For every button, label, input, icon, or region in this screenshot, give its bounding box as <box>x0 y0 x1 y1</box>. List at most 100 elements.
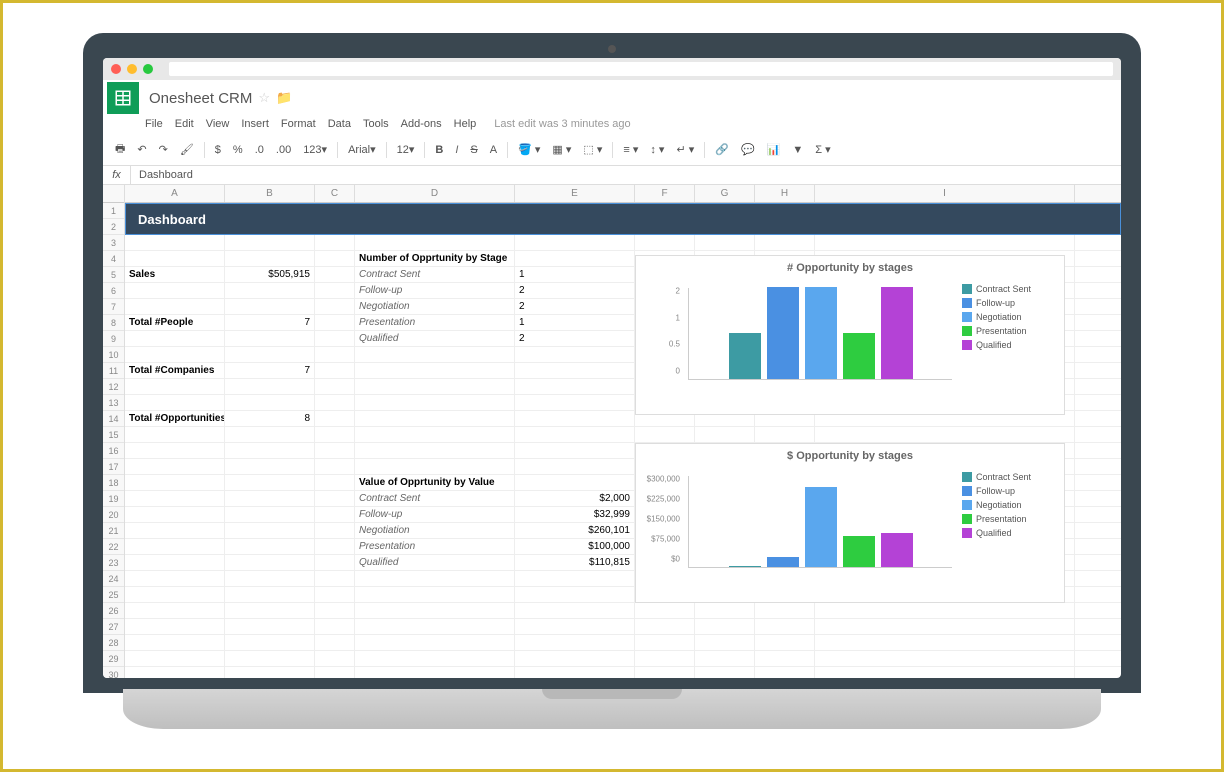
grid: ABCDEFGHI Number of Opprtunity by StageS… <box>125 185 1121 678</box>
fx-value[interactable]: Dashboard <box>131 166 201 184</box>
fill-color-icon[interactable]: 🪣 ▾ <box>514 141 544 158</box>
row-header[interactable]: 22 <box>103 539 124 555</box>
wrap-icon[interactable]: ↵ ▾ <box>672 141 698 158</box>
chart-bar <box>805 287 837 379</box>
align-icon[interactable]: ≡ ▾ <box>619 141 642 158</box>
sheets-logo-icon[interactable] <box>107 82 139 114</box>
merge-icon[interactable]: ⬚ ▾ <box>579 141 606 158</box>
chart-bar <box>729 566 761 567</box>
chart-bar <box>843 536 875 567</box>
row-header[interactable]: 26 <box>103 603 124 619</box>
format-dec-inc[interactable]: .00 <box>272 142 295 158</box>
column-header[interactable]: B <box>225 185 315 202</box>
row-header[interactable]: 16 <box>103 443 124 459</box>
strike-button[interactable]: S <box>466 142 481 158</box>
column-header[interactable]: C <box>315 185 355 202</box>
menu-edit[interactable]: Edit <box>175 118 194 130</box>
column-header[interactable]: F <box>635 185 695 202</box>
dashboard-banner: Dashboard <box>125 203 1121 235</box>
column-header[interactable]: D <box>355 185 515 202</box>
row-header[interactable]: 1 <box>103 203 124 219</box>
row-header[interactable]: 4 <box>103 251 124 267</box>
chart-bar <box>767 287 799 379</box>
last-edit-text: Last edit was 3 minutes ago <box>494 118 630 130</box>
row-header[interactable]: 5 <box>103 267 124 283</box>
format-currency[interactable]: $ <box>211 142 225 158</box>
document-title[interactable]: Onesheet CRM <box>149 90 252 107</box>
row-header[interactable]: 23 <box>103 555 124 571</box>
row-header[interactable]: 13 <box>103 395 124 411</box>
row-header[interactable]: 12 <box>103 379 124 395</box>
chart-bar <box>843 333 875 379</box>
chart-opportunity-count[interactable]: # Opportunity by stages00.512Contract Se… <box>635 255 1065 415</box>
format-number[interactable]: 123 ▾ <box>299 141 331 158</box>
browser-window: Onesheet CRM ☆ 📁 File Edit View Insert F… <box>103 58 1121 678</box>
row-header[interactable]: 11 <box>103 363 124 379</box>
column-header[interactable]: I <box>815 185 1075 202</box>
minimize-icon[interactable] <box>127 64 137 74</box>
row-header[interactable]: 7 <box>103 299 124 315</box>
row-header[interactable]: 10 <box>103 347 124 363</box>
chart-bar <box>805 487 837 567</box>
row-header[interactable]: 30 <box>103 667 124 678</box>
redo-icon[interactable]: ↷ <box>155 141 172 158</box>
row-header[interactable]: 17 <box>103 459 124 475</box>
maximize-icon[interactable] <box>143 64 153 74</box>
menu-tools[interactable]: Tools <box>363 118 389 130</box>
row-header[interactable]: 28 <box>103 635 124 651</box>
star-icon[interactable]: ☆ <box>258 90 270 106</box>
row-header[interactable]: 25 <box>103 587 124 603</box>
menu-help[interactable]: Help <box>454 118 477 130</box>
row-header[interactable]: 14 <box>103 411 124 427</box>
menu-format[interactable]: Format <box>281 118 316 130</box>
valign-icon[interactable]: ↕ ▾ <box>646 141 668 158</box>
menu-file[interactable]: File <box>145 118 163 130</box>
chart-opportunity-value[interactable]: $ Opportunity by stages$0$75,000$150,000… <box>635 443 1065 603</box>
row-header[interactable]: 19 <box>103 491 124 507</box>
chart-icon[interactable]: 📊 <box>763 141 785 158</box>
format-percent[interactable]: % <box>229 142 247 158</box>
row-header[interactable]: 21 <box>103 523 124 539</box>
row-header[interactable]: 15 <box>103 427 124 443</box>
window-titlebar <box>103 58 1121 80</box>
italic-button[interactable]: I <box>451 142 462 158</box>
close-icon[interactable] <box>111 64 121 74</box>
toolbar: 🖶 ↶ ↷ 🖌 $ % .0 .00 123 ▾ Arial ▾ 12 ▾ B … <box>103 134 1121 166</box>
chart-bar <box>881 533 913 567</box>
menu-addons[interactable]: Add-ons <box>401 118 442 130</box>
comment-icon[interactable]: 💬 <box>737 141 759 158</box>
menu-data[interactable]: Data <box>328 118 351 130</box>
functions-icon[interactable]: Σ ▾ <box>811 141 834 158</box>
undo-icon[interactable]: ↶ <box>133 141 150 158</box>
row-header[interactable]: 29 <box>103 651 124 667</box>
url-bar[interactable] <box>169 62 1113 76</box>
link-icon[interactable]: 🔗 <box>711 141 733 158</box>
row-header[interactable]: 8 <box>103 315 124 331</box>
filter-icon[interactable]: ▼ <box>788 142 807 158</box>
print-icon[interactable]: 🖶 <box>111 138 129 161</box>
row-header[interactable]: 9 <box>103 331 124 347</box>
row-header[interactable]: 3 <box>103 235 124 251</box>
row-header[interactable]: 2 <box>103 219 124 235</box>
column-header[interactable]: E <box>515 185 635 202</box>
row-header[interactable]: 24 <box>103 571 124 587</box>
menu-view[interactable]: View <box>206 118 230 130</box>
menu-insert[interactable]: Insert <box>241 118 269 130</box>
borders-icon[interactable]: ▦ ▾ <box>548 141 575 158</box>
formula-bar: fx Dashboard <box>103 166 1121 185</box>
font-select[interactable]: Arial ▾ <box>344 141 380 158</box>
column-header[interactable]: H <box>755 185 815 202</box>
row-header[interactable]: 27 <box>103 619 124 635</box>
row-header[interactable]: 6 <box>103 283 124 299</box>
row-header[interactable]: 20 <box>103 507 124 523</box>
chart-title: # Opportunity by stages <box>636 256 1064 280</box>
folder-icon[interactable]: 📁 <box>276 90 292 106</box>
text-color-button[interactable]: A <box>486 142 501 158</box>
column-header[interactable]: A <box>125 185 225 202</box>
paint-format-icon[interactable]: 🖌 <box>176 141 198 158</box>
format-dec-dec[interactable]: .0 <box>251 142 268 158</box>
font-size[interactable]: 12 ▾ <box>393 141 419 158</box>
column-header[interactable]: G <box>695 185 755 202</box>
bold-button[interactable]: B <box>431 142 447 158</box>
row-header[interactable]: 18 <box>103 475 124 491</box>
